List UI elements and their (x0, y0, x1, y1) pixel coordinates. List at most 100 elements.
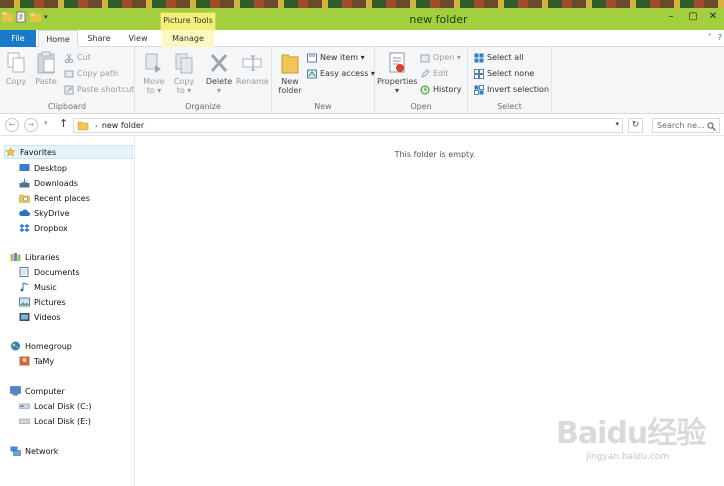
sidebar-item-recent-places[interactable]: Recent places (19, 191, 90, 205)
star-icon (5, 147, 16, 157)
sidebar-item-dropbox[interactable]: Dropbox (19, 221, 68, 235)
watermark-url: jingyan.baidu.com (586, 452, 670, 462)
breadcrumb[interactable]: new folder (102, 121, 144, 130)
watermark: Baidu经验 jingyan.baidu.com (556, 408, 724, 472)
sidebar-item-tamy[interactable]: TaMy (19, 354, 54, 368)
sidebar-item-music[interactable]: Music (19, 280, 57, 294)
videos-icon (19, 313, 30, 321)
sidebar-item-network[interactable]: Network (10, 444, 58, 458)
history-button[interactable]: History (420, 83, 461, 96)
sidebar-item-documents[interactable]: Documents (19, 265, 80, 279)
watermark-logo: Baidu经验 (556, 416, 706, 451)
tab-home[interactable]: Home (38, 30, 78, 47)
sidebar-item-label: Videos (34, 312, 61, 322)
copy-to-button[interactable]: Copy to ▾ (171, 51, 197, 95)
edit-button[interactable]: Edit (420, 67, 449, 80)
hard-drive-icon (19, 403, 30, 409)
new-folder-label-1: New (281, 77, 299, 86)
copy-path-button[interactable]: Copy path (64, 67, 118, 80)
search-input[interactable]: Search ne... (652, 118, 720, 133)
copy-path-label: Copy path (77, 69, 119, 78)
sidebar-item-label: Local Disk (E:) (34, 416, 91, 426)
up-button[interactable]: ↑ (59, 117, 68, 130)
invert-selection-label: Invert selection (487, 85, 550, 94)
breadcrumb-separator-icon[interactable]: › (95, 122, 98, 130)
tab-share[interactable]: Share (80, 30, 118, 47)
invert-selection-button[interactable]: Invert selection (474, 83, 549, 96)
cut-label: Cut (77, 53, 91, 62)
open-button[interactable]: Open ▾ (420, 51, 461, 64)
maximize-button[interactable]: ▢ (686, 11, 700, 23)
open-label: Open ▾ (433, 53, 461, 62)
help-icon[interactable]: ? (718, 33, 722, 42)
paste-icon (37, 51, 55, 74)
easy-access-icon (307, 69, 317, 78)
new-item-button[interactable]: New item ▾ (307, 51, 365, 64)
tab-manage[interactable]: Manage (162, 30, 214, 47)
search-placeholder: Search ne... (657, 121, 705, 130)
hard-drive-icon (19, 418, 30, 424)
homegroup-icon (11, 341, 20, 351)
sidebar-item-local-disk-c[interactable]: Local Disk (C:) (19, 399, 92, 413)
easy-access-button[interactable]: Easy access ▾ (307, 67, 375, 80)
recent-locations-icon[interactable]: ▾ (44, 119, 48, 127)
sidebar-item-favorites[interactable]: Favorites (4, 145, 133, 159)
address-dropdown-icon[interactable]: ▾ (615, 120, 619, 128)
copy-path-icon (64, 70, 74, 77)
minimize-button[interactable]: – (664, 11, 678, 23)
user-avatar-icon (19, 356, 30, 366)
search-icon[interactable] (707, 122, 716, 131)
sidebar-item-libraries[interactable]: Libraries (10, 250, 60, 264)
tab-file[interactable]: File (0, 30, 36, 47)
copy-button[interactable]: Copy (3, 51, 29, 86)
sidebar-item-pictures[interactable]: Pictures (19, 295, 66, 309)
back-button[interactable]: ← (5, 118, 19, 132)
new-folder-button[interactable]: New folder (276, 51, 304, 95)
copy-label: Copy (5, 77, 27, 86)
edit-icon (421, 68, 430, 78)
sidebar-item-label: Pictures (34, 297, 66, 307)
close-button[interactable]: ✕ (706, 11, 720, 23)
paste-button[interactable]: Paste (33, 51, 59, 86)
move-to-label-2: to ▾ (146, 86, 162, 95)
sidebar-item-label: Desktop (34, 163, 67, 173)
sidebar-item-local-disk-e[interactable]: Local Disk (E:) (19, 414, 91, 428)
new-item-icon (307, 53, 317, 62)
paste-shortcut-button[interactable]: Paste shortcut (64, 83, 134, 96)
expand-ribbon-icon[interactable]: ˅ (708, 33, 712, 42)
sidebar-item-label: SkyDrive (34, 208, 70, 218)
properties-button[interactable]: Properties ▾ (377, 51, 417, 95)
sidebar-item-videos[interactable]: Videos (19, 310, 61, 324)
sidebar-item-label: Documents (34, 267, 80, 277)
sidebar-item-computer[interactable]: Computer (10, 384, 65, 398)
address-field[interactable]: › new folder ▾ (73, 118, 623, 133)
forward-button[interactable]: → (24, 118, 38, 132)
folder-icon (77, 121, 89, 131)
desktop-background-strip (0, 0, 724, 8)
select-all-button[interactable]: Select all (474, 51, 524, 64)
libraries-icon (10, 253, 21, 261)
sidebar-item-downloads[interactable]: Downloads (19, 176, 78, 190)
rename-button[interactable]: Rename (236, 51, 269, 86)
history-icon (420, 85, 430, 94)
sidebar-item-desktop[interactable]: Desktop (19, 161, 67, 175)
organize-group-label: Organize (185, 102, 221, 111)
copy-icon (7, 52, 25, 73)
rename-label: Rename (236, 77, 269, 86)
cut-button[interactable]: Cut (64, 51, 91, 64)
delete-button[interactable]: Delete ▾ (205, 51, 233, 95)
refresh-button[interactable]: ↻ (628, 118, 643, 133)
properties-arrow: ▾ (394, 86, 399, 95)
sidebar-item-label: Network (25, 446, 59, 456)
sidebar-item-homegroup[interactable]: Homegroup (10, 339, 72, 353)
ribbon-tab-row: File Home Share View Manage ˅ ? (0, 30, 724, 47)
paste-label: Paste (35, 77, 57, 86)
tab-view[interactable]: View (120, 30, 156, 47)
sidebar-item-skydrive[interactable]: SkyDrive (19, 206, 70, 220)
delete-arrow: ▾ (216, 86, 221, 95)
empty-folder-message: This folder is empty. (394, 150, 476, 159)
scissors-icon (64, 53, 74, 63)
move-to-button[interactable]: Move to ▾ (141, 51, 167, 95)
recent-places-icon (19, 194, 30, 203)
select-none-button[interactable]: Select none (474, 67, 534, 80)
